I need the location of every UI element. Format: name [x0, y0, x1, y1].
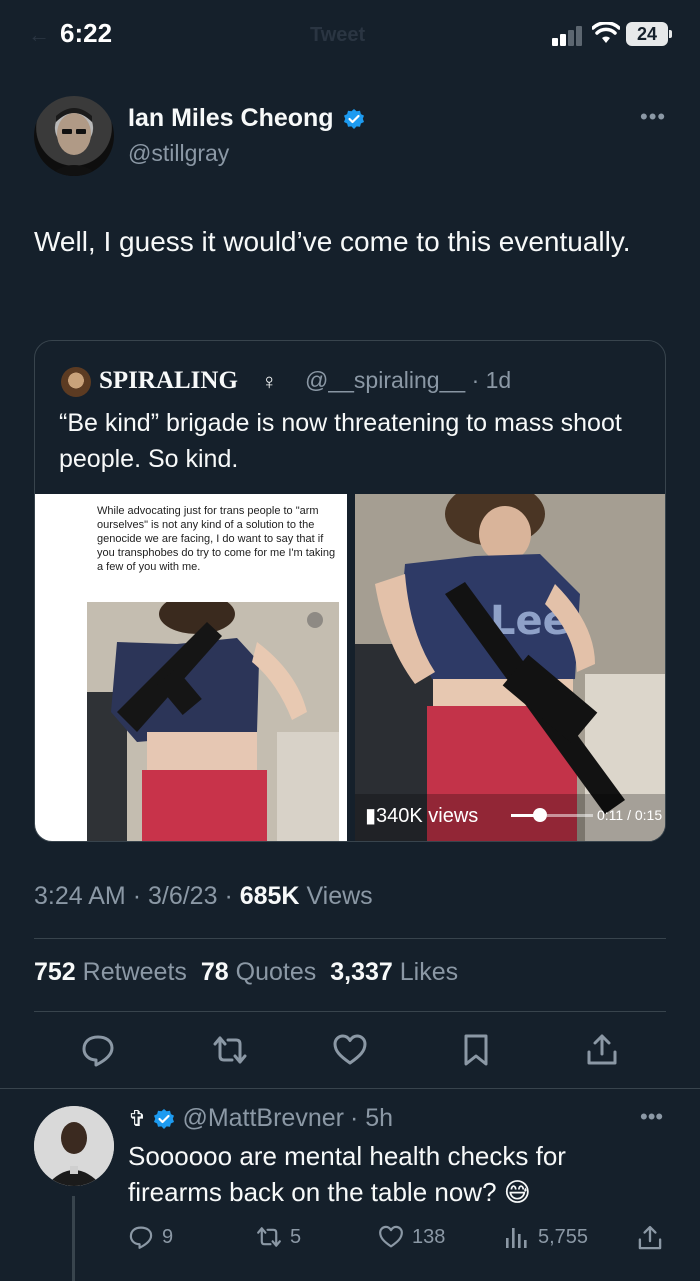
- bookmark-icon[interactable]: [458, 1032, 494, 1068]
- reply-share-icon[interactable]: [636, 1224, 664, 1252]
- status-time: 6:22: [60, 18, 113, 48]
- tweet-time: 3:24 AM: [34, 882, 126, 910]
- tweet-date: 3/6/23: [147, 882, 218, 910]
- reply-text: Soooooo are mental health checks for fir…: [128, 1141, 566, 1207]
- divider: [34, 938, 666, 939]
- cellular-signal-icon: [552, 26, 586, 46]
- tweet-text: Well, I guess it would’ve come to this e…: [34, 226, 631, 257]
- quoted-author-avatar: [61, 367, 91, 397]
- reply-retweet-count: 5: [290, 1225, 302, 1248]
- reply-views-count: 5,755: [538, 1225, 589, 1248]
- reply-views-action[interactable]: 5,755: [504, 1224, 588, 1250]
- video-progress-handle[interactable]: [533, 808, 547, 822]
- divider: [34, 1011, 666, 1012]
- video-progress-remaining[interactable]: [547, 814, 593, 817]
- author-name-row[interactable]: Ian Miles Cheong: [128, 104, 366, 133]
- quoted-tweet-text: “Be kind” brigade is now threatening to …: [59, 409, 622, 473]
- share-icon[interactable]: [584, 1032, 620, 1068]
- reply-age: · 5h: [349, 1104, 394, 1132]
- reply-like-count: 138: [412, 1225, 446, 1248]
- likes-stat[interactable]: 3,337 Likes: [330, 958, 458, 987]
- reply-reply-action[interactable]: 9: [128, 1224, 173, 1250]
- quoted-tweet-card[interactable]: SPIRALING ♀ @__spiraling__ · 1d “Be kind…: [34, 340, 666, 842]
- tweet-views-label: Views: [306, 882, 373, 910]
- tweet-views-count: 685K: [239, 882, 300, 910]
- like-icon[interactable]: [332, 1032, 368, 1068]
- verified-badge-icon: [343, 108, 364, 129]
- video-time: 0:11 / 0:15: [597, 807, 663, 823]
- author-avatar[interactable]: [34, 96, 114, 176]
- author-name[interactable]: Ian Miles Cheong: [128, 104, 334, 133]
- like-icon: [379, 1225, 403, 1248]
- verified-badge-icon: [154, 1108, 175, 1129]
- reply-retweet-action[interactable]: 5: [256, 1224, 301, 1250]
- wifi-icon: [592, 22, 620, 43]
- engagement-stats: 752 Retweets 78 Quotes 3,337 Likes: [34, 958, 458, 987]
- quoted-tweet-age: · 1d: [471, 367, 512, 393]
- section-separator: [0, 1088, 700, 1089]
- quoted-media-image[interactable]: While advocating just for trans people t…: [35, 494, 347, 841]
- retweet-icon[interactable]: [212, 1032, 248, 1068]
- reply-header: ✞ @MattBrevner · 5h: [128, 1104, 393, 1133]
- header-title: Tweet: [310, 24, 366, 46]
- views-chart-icon: [506, 1228, 527, 1248]
- author-handle[interactable]: @stillgray: [128, 140, 229, 167]
- reply-author-symbol: ✞: [128, 1105, 147, 1131]
- tweet-meta: 3:24 AM · 3/6/23 · 685K Views: [34, 882, 373, 910]
- reply-author-handle[interactable]: @MattBrevner: [182, 1104, 344, 1133]
- retweets-stat[interactable]: 752 Retweets: [34, 958, 187, 987]
- more-options-icon[interactable]: •••: [640, 104, 666, 130]
- back-arrow-icon[interactable]: ←: [28, 22, 50, 48]
- reply-icon: [129, 1226, 153, 1249]
- battery-tip: [669, 30, 672, 38]
- retweet-icon: [257, 1227, 281, 1247]
- video-views: ▮340K views: [365, 805, 479, 827]
- quoted-author-symbol: ♀: [261, 369, 278, 394]
- reply-reply-count: 9: [162, 1225, 174, 1248]
- quoted-author-name: SPIRALING: [99, 367, 238, 394]
- media-screenshot-text: While advocating just for trans people t…: [97, 505, 336, 573]
- thread-line: [72, 1196, 75, 1281]
- quoted-media-video[interactable]: Lee CC: [355, 494, 665, 841]
- media-photo: [87, 602, 339, 841]
- quoted-author-handle-row: @__spiraling__ · 1d: [305, 367, 511, 394]
- battery-indicator: 24: [626, 22, 668, 46]
- reply-author-avatar[interactable]: [34, 1106, 114, 1186]
- reply-like-action[interactable]: 138: [378, 1224, 445, 1250]
- reply-more-options-icon[interactable]: •••: [640, 1104, 663, 1130]
- quoted-author-handle: @__spiraling__: [305, 367, 466, 393]
- quotes-stat[interactable]: 78 Quotes: [201, 958, 316, 987]
- reply-icon[interactable]: [80, 1032, 116, 1068]
